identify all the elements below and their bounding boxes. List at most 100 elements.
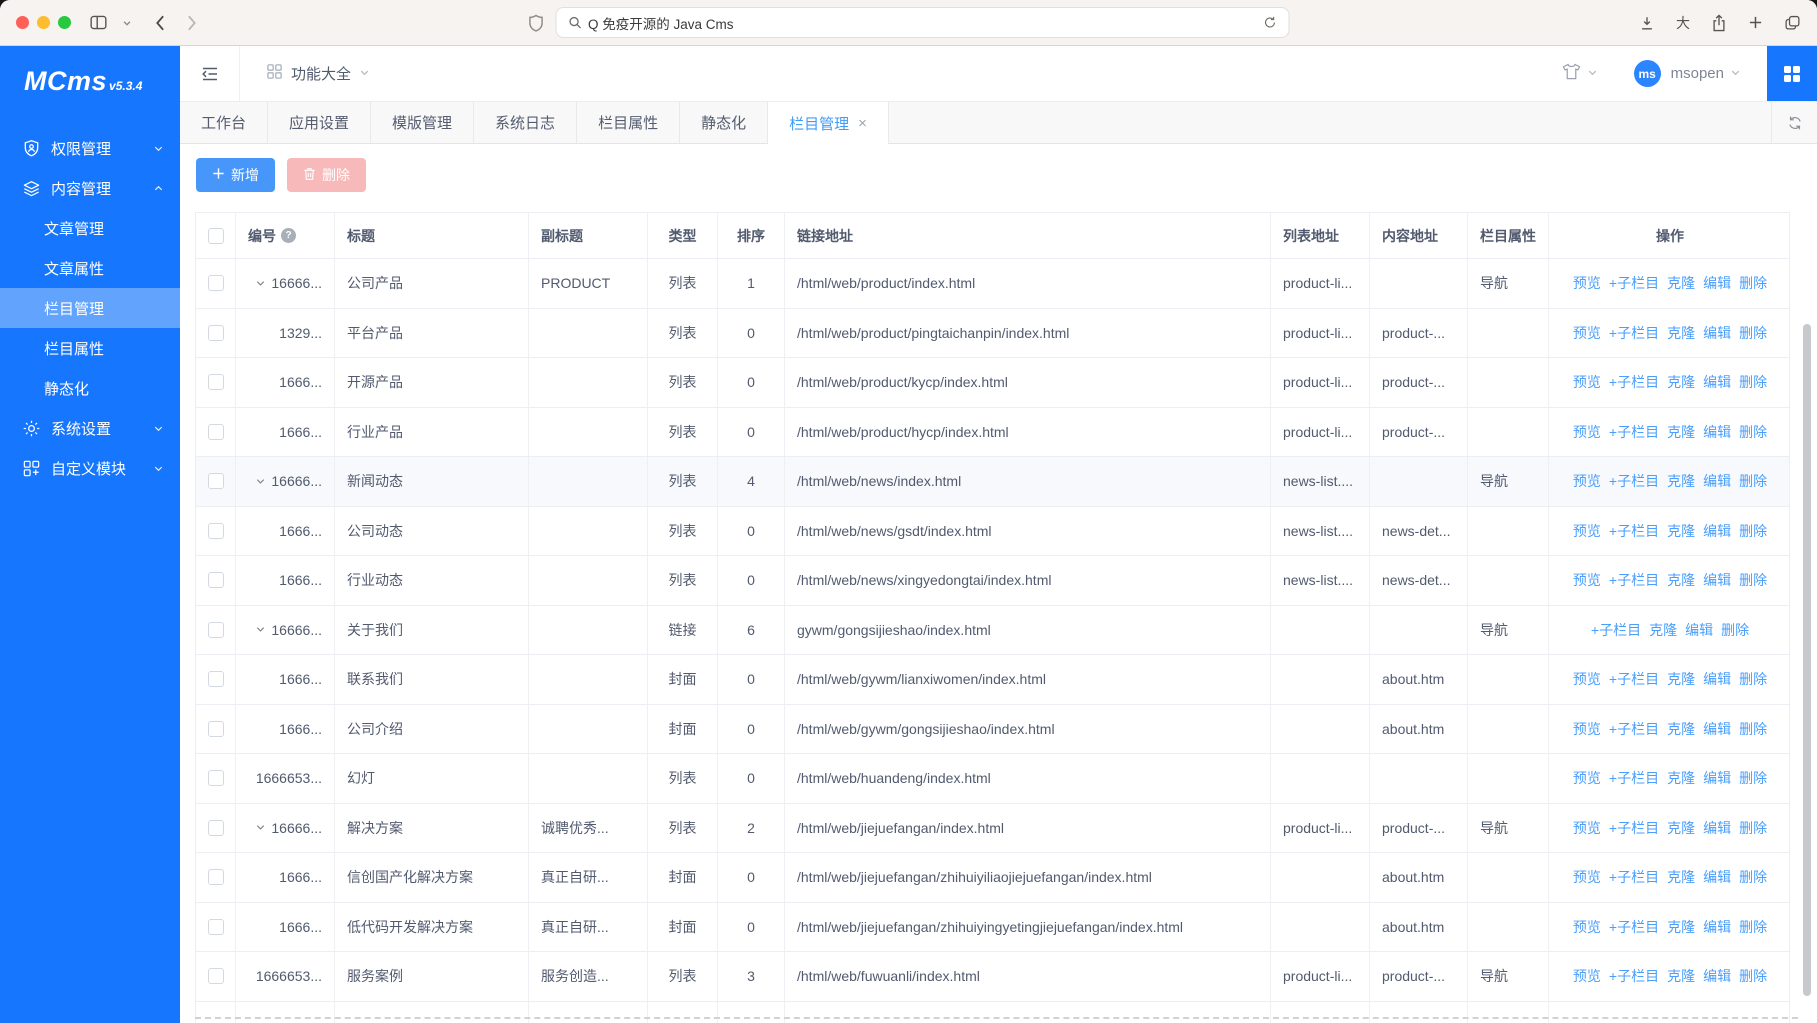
action-link-删除[interactable]: 删除 [1739, 719, 1767, 739]
action-link-克隆[interactable]: 克隆 [1649, 620, 1677, 640]
row-checkbox[interactable] [208, 622, 224, 638]
row-checkbox[interactable] [208, 869, 224, 885]
action-link-删除[interactable]: 删除 [1739, 422, 1767, 442]
tab-模版管理[interactable]: 模版管理 [371, 102, 474, 143]
action-link-编辑[interactable]: 编辑 [1703, 521, 1731, 541]
action-link-编辑[interactable]: 编辑 [1703, 273, 1731, 293]
action-link-克隆[interactable]: 克隆 [1667, 669, 1695, 689]
refresh-tab-button[interactable] [1771, 102, 1817, 143]
action-link-删除[interactable]: 删除 [1739, 372, 1767, 392]
action-link-编辑[interactable]: 编辑 [1703, 669, 1731, 689]
action-link-预览[interactable]: 预览 [1573, 422, 1601, 442]
action-link-编辑[interactable]: 编辑 [1703, 471, 1731, 491]
delete-button[interactable]: 删除 [287, 158, 366, 192]
action-link-删除[interactable]: 删除 [1739, 867, 1767, 887]
action-link-克隆[interactable]: 克隆 [1667, 818, 1695, 838]
action-link-子栏目[interactable]: +子栏目 [1609, 323, 1659, 343]
action-link-预览[interactable]: 预览 [1573, 719, 1601, 739]
action-link-预览[interactable]: 预览 [1573, 867, 1601, 887]
action-link-预览[interactable]: 预览 [1573, 323, 1601, 343]
sidebar-item-系统设置[interactable]: 系统设置 [0, 408, 180, 448]
tab-应用设置[interactable]: 应用设置 [268, 102, 371, 143]
action-link-子栏目[interactable]: +子栏目 [1609, 669, 1659, 689]
scrollbar-thumb[interactable] [1803, 324, 1811, 996]
action-link-编辑[interactable]: 编辑 [1703, 372, 1731, 392]
tab-静态化[interactable]: 静态化 [680, 102, 768, 143]
action-link-删除[interactable]: 删除 [1739, 966, 1767, 986]
action-link-预览[interactable]: 预览 [1573, 471, 1601, 491]
action-link-子栏目[interactable]: +子栏目 [1609, 273, 1659, 293]
new-tab-icon[interactable] [1748, 15, 1763, 30]
action-link-编辑[interactable]: 编辑 [1703, 818, 1731, 838]
download-icon[interactable] [1639, 15, 1655, 31]
tab-overview-icon[interactable] [1784, 14, 1801, 31]
row-checkbox[interactable] [208, 820, 224, 836]
add-button[interactable]: 新增 [196, 158, 275, 192]
sidebar-subitem-文章管理[interactable]: 文章管理 [0, 208, 180, 248]
tab-系统日志[interactable]: 系统日志 [474, 102, 577, 143]
action-link-删除[interactable]: 删除 [1739, 917, 1767, 937]
action-link-克隆[interactable]: 克隆 [1667, 471, 1695, 491]
chevron-down-icon[interactable] [122, 18, 132, 28]
sidebar-item-权限管理[interactable]: 权限管理 [0, 128, 180, 168]
app-menu-dropdown[interactable]: 功能大全 [266, 63, 370, 84]
action-link-编辑[interactable]: 编辑 [1703, 867, 1731, 887]
sidebar-subitem-静态化[interactable]: 静态化 [0, 368, 180, 408]
sidebar-subitem-栏目属性[interactable]: 栏目属性 [0, 328, 180, 368]
help-icon[interactable]: ? [281, 228, 296, 243]
reload-icon[interactable] [1263, 16, 1276, 29]
expand-caret-icon[interactable] [255, 624, 266, 635]
action-link-删除[interactable]: 删除 [1739, 471, 1767, 491]
tab-工作台[interactable]: 工作台 [180, 102, 268, 143]
action-link-克隆[interactable]: 克隆 [1667, 273, 1695, 293]
row-checkbox[interactable] [208, 572, 224, 588]
translate-icon[interactable]: 大 [1676, 13, 1690, 33]
action-link-子栏目[interactable]: +子栏目 [1591, 620, 1641, 640]
action-link-克隆[interactable]: 克隆 [1667, 422, 1695, 442]
action-link-删除[interactable]: 删除 [1739, 521, 1767, 541]
action-link-预览[interactable]: 预览 [1573, 966, 1601, 986]
expand-caret-icon[interactable] [255, 278, 266, 289]
action-link-子栏目[interactable]: +子栏目 [1609, 372, 1659, 392]
action-link-克隆[interactable]: 克隆 [1667, 570, 1695, 590]
action-link-克隆[interactable]: 克隆 [1667, 521, 1695, 541]
row-checkbox[interactable] [208, 325, 224, 341]
sidebar-item-自定义模块[interactable]: 自定义模块 [0, 448, 180, 488]
action-link-预览[interactable]: 预览 [1573, 372, 1601, 392]
tab-close-icon[interactable]: × [858, 116, 867, 131]
row-checkbox[interactable] [208, 968, 224, 984]
action-link-子栏目[interactable]: +子栏目 [1609, 966, 1659, 986]
action-link-预览[interactable]: 预览 [1573, 768, 1601, 788]
sidebar-subitem-文章属性[interactable]: 文章属性 [0, 248, 180, 288]
action-link-删除[interactable]: 删除 [1739, 669, 1767, 689]
sidebar-panel-icon[interactable] [89, 13, 108, 32]
collapse-sidebar-button[interactable] [180, 46, 240, 101]
action-link-删除[interactable]: 删除 [1721, 620, 1749, 640]
forward-icon[interactable] [186, 14, 198, 32]
action-link-克隆[interactable]: 克隆 [1667, 323, 1695, 343]
close-window-button[interactable] [16, 16, 29, 29]
action-link-编辑[interactable]: 编辑 [1685, 620, 1713, 640]
action-link-删除[interactable]: 删除 [1739, 818, 1767, 838]
action-link-子栏目[interactable]: +子栏目 [1609, 471, 1659, 491]
action-link-预览[interactable]: 预览 [1573, 669, 1601, 689]
action-link-删除[interactable]: 删除 [1739, 570, 1767, 590]
action-link-克隆[interactable]: 克隆 [1667, 719, 1695, 739]
expand-caret-icon[interactable] [255, 822, 266, 833]
row-checkbox[interactable] [208, 275, 224, 291]
action-link-编辑[interactable]: 编辑 [1703, 966, 1731, 986]
action-link-编辑[interactable]: 编辑 [1703, 719, 1731, 739]
expand-caret-icon[interactable] [255, 476, 266, 487]
row-checkbox[interactable] [208, 374, 224, 390]
action-link-预览[interactable]: 预览 [1573, 917, 1601, 937]
tab-栏目管理[interactable]: 栏目管理× [768, 102, 889, 144]
action-link-克隆[interactable]: 克隆 [1667, 372, 1695, 392]
action-link-预览[interactable]: 预览 [1573, 818, 1601, 838]
action-link-编辑[interactable]: 编辑 [1703, 570, 1731, 590]
action-link-克隆[interactable]: 克隆 [1667, 917, 1695, 937]
action-link-预览[interactable]: 预览 [1573, 570, 1601, 590]
action-link-编辑[interactable]: 编辑 [1703, 917, 1731, 937]
action-link-删除[interactable]: 删除 [1739, 768, 1767, 788]
address-bar[interactable]: Q 免疫开源的 Java Cms [555, 7, 1289, 38]
action-link-子栏目[interactable]: +子栏目 [1609, 422, 1659, 442]
